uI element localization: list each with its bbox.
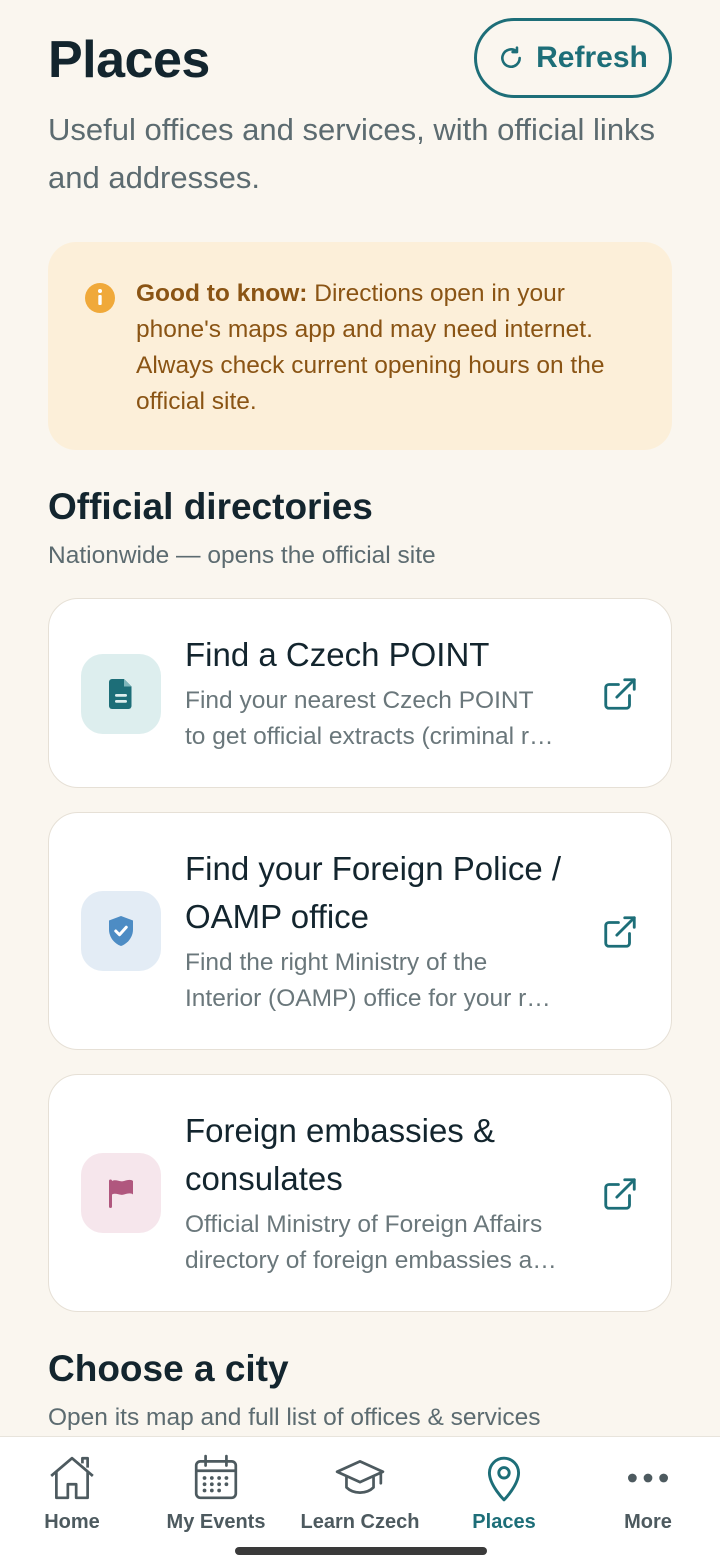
nav-label: Home [44, 1511, 100, 1533]
notice-heading: Good to know: [136, 280, 308, 307]
refresh-icon [501, 46, 522, 69]
card-description: Find your nearest Czech POINT to get off… [185, 683, 577, 755]
external-link-icon [604, 678, 636, 710]
document-badge [81, 654, 161, 734]
card-desc-line: Official Ministry of Foreign Affairs [185, 1211, 543, 1238]
card-desc-line: directory of foreign embassies a… [185, 1247, 557, 1274]
external-link-icon [604, 1178, 636, 1210]
card-desc-line: Interior (OAMP) office for your r… [185, 985, 551, 1012]
card-description: Find the right Ministry of the Interior … [185, 945, 577, 1017]
external-link-icon [604, 916, 636, 948]
nav-label: Learn Czech [300, 1511, 420, 1533]
choose-city-subtitle: Open its map and full list of offices & … [48, 1404, 541, 1431]
nav-label: Places [472, 1511, 536, 1533]
nav-item-home[interactable]: Home [0, 1453, 144, 1534]
page-subtitle: Useful offices and services, with offici… [48, 112, 656, 195]
nav-label: More [624, 1511, 672, 1533]
shield-check-icon [109, 916, 133, 946]
more-icon [628, 1473, 668, 1483]
official-directories-subtitle: Nationwide — opens the official site [48, 542, 436, 569]
nav-item-places[interactable]: Places [432, 1453, 576, 1534]
shield-badge [81, 891, 161, 971]
home-icon [50, 1456, 94, 1500]
good-to-know-notice: Good to know: Directions open in your ph… [48, 242, 672, 450]
directory-card-embassies[interactable]: Foreign embassies & consulates Official … [48, 1074, 672, 1312]
card-title: Find a Czech POINT [185, 636, 490, 673]
info-icon [85, 283, 115, 313]
card-title: Find your Foreign Police / OAMP office [185, 850, 562, 935]
directory-card-czech-point[interactable]: Find a Czech POINT Find your nearest Cze… [48, 598, 672, 788]
choose-city-heading: Choose a city [48, 1348, 289, 1389]
places-screen: Places Refresh Useful offices and servic… [0, 0, 720, 1436]
card-description: Official Ministry of Foreign Affairs dir… [185, 1207, 577, 1279]
flag-badge [81, 1153, 161, 1233]
header: Places Refresh [48, 18, 672, 98]
home-indicator[interactable] [235, 1547, 487, 1555]
card-desc-line: Find the right Ministry of the [185, 949, 488, 976]
graduation-cap-icon [335, 1459, 385, 1494]
nav-item-learn-czech[interactable]: Learn Czech [288, 1453, 432, 1534]
official-directories-heading: Official directories [48, 486, 373, 527]
flag-icon [109, 1179, 133, 1208]
directory-card-foreign-police[interactable]: Find your Foreign Police / OAMP office F… [48, 812, 672, 1050]
nav-item-my-events[interactable]: My Events [144, 1453, 288, 1534]
refresh-label: Refresh [536, 41, 648, 74]
nav-item-more[interactable]: More [576, 1453, 720, 1534]
refresh-button[interactable]: Refresh [474, 18, 672, 98]
map-pin-icon [487, 1456, 521, 1502]
card-desc-line: to get official extracts (criminal r… [185, 723, 554, 750]
card-title: Foreign embassies & consulates [185, 1112, 495, 1197]
calendar-icon [194, 1454, 238, 1500]
nav-label: My Events [166, 1511, 266, 1533]
card-desc-line: Find your nearest Czech POINT [185, 687, 534, 714]
document-icon [109, 679, 132, 709]
